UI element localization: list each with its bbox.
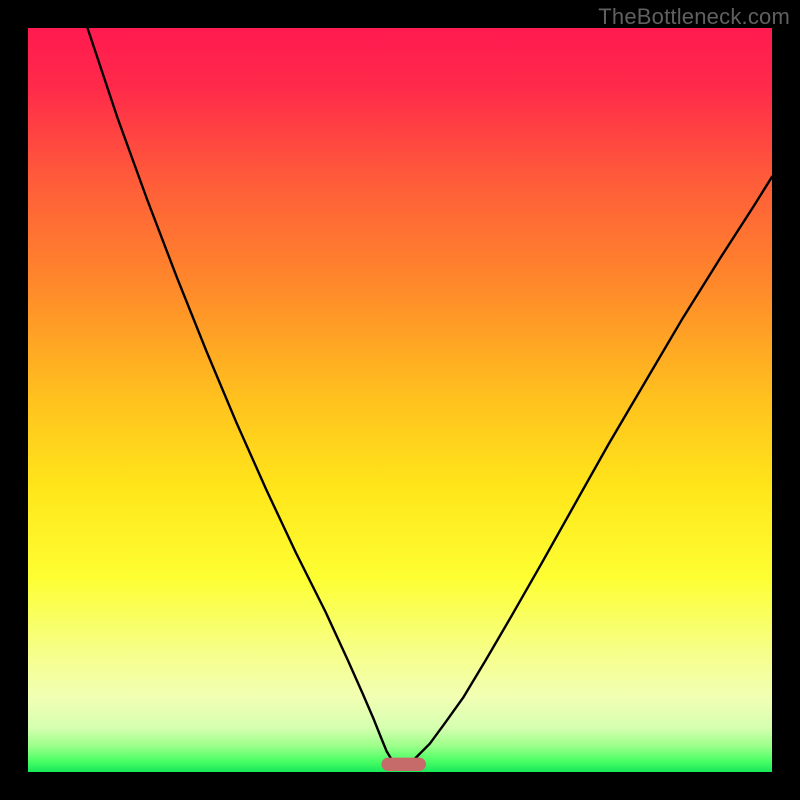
plot-area [28,28,772,772]
bottom-marker [381,758,426,771]
chart-svg [28,28,772,772]
chart-frame: TheBottleneck.com [0,0,800,800]
gradient-background [28,28,772,772]
watermark-label: TheBottleneck.com [598,4,790,30]
